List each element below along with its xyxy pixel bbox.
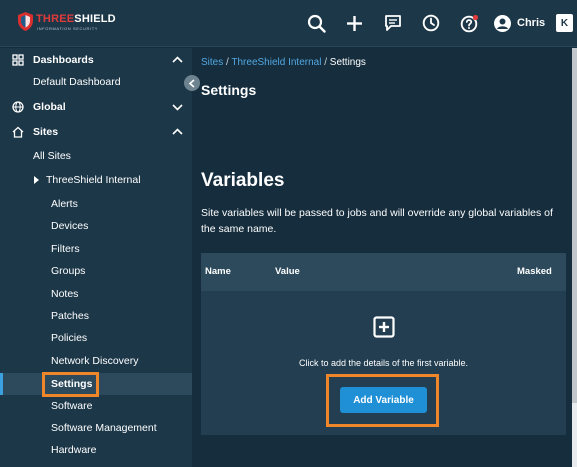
sidebar-item-notes[interactable]: Notes xyxy=(0,283,192,305)
active-indicator xyxy=(0,373,3,395)
sidebar-item-default-dashboard[interactable]: Default Dashboard xyxy=(0,71,192,93)
search-icon[interactable] xyxy=(306,13,326,33)
scrollbar-thumb[interactable] xyxy=(572,48,577,403)
logo-tagline: INFORMATION SECURITY xyxy=(37,26,99,31)
sidebar-item-label: Sites xyxy=(33,126,59,138)
section-title: Variables xyxy=(201,170,285,191)
threeshield-logo[interactable]: THREESHIELD INFORMATION SECURITY xyxy=(18,12,118,34)
chat-icon[interactable] xyxy=(383,13,403,33)
breadcrumb: Sites / ThreeShield Internal / Settings xyxy=(201,57,366,68)
sidebar-item-filters[interactable]: Filters xyxy=(0,238,192,260)
user-menu[interactable]: Chris xyxy=(494,13,545,33)
dashboard-grid-icon xyxy=(12,54,24,66)
globe-icon xyxy=(12,101,24,113)
sidebar-item-label: Default Dashboard xyxy=(33,76,121,88)
sidebar-item-global[interactable]: Global xyxy=(0,96,192,118)
sidebar-item-dashboards[interactable]: Dashboards xyxy=(0,49,192,71)
help-icon[interactable] xyxy=(459,13,479,33)
main-content: Sites / ThreeShield Internal / Settings … xyxy=(193,48,577,467)
column-header-name[interactable]: Name xyxy=(205,266,231,277)
breadcrumb-current: Settings xyxy=(329,57,366,68)
sidebar-item-patches[interactable]: Patches xyxy=(0,305,192,327)
sidebar-item-label: All Sites xyxy=(33,150,71,162)
add-box-icon[interactable] xyxy=(373,316,395,338)
sidebar-item-label: Notes xyxy=(51,288,79,300)
home-icon xyxy=(12,126,24,138)
shield-logo-icon xyxy=(18,12,33,31)
sidebar-item-settings[interactable]: Settings xyxy=(0,373,192,395)
add-variable-button[interactable]: Add Variable xyxy=(340,387,427,413)
caret-right-icon xyxy=(34,176,39,184)
sidebar-item-label: Filters xyxy=(51,243,80,255)
sidebar-item-threeshield-internal[interactable]: ThreeShield Internal xyxy=(0,169,192,191)
chevron-up-icon xyxy=(172,56,183,63)
sidebar-item-software[interactable]: Software xyxy=(0,395,192,417)
plus-icon[interactable] xyxy=(344,13,364,33)
sidebar-item-hardware[interactable]: Hardware xyxy=(0,439,192,461)
sidebar-item-groups[interactable]: Groups xyxy=(0,260,192,282)
sidebar-item-label: Software xyxy=(51,400,93,412)
sidebar-item-label: Network Discovery xyxy=(51,355,139,367)
top-bar: THREESHIELD INFORMATION SECURITY Chris K xyxy=(0,0,577,47)
sidebar-item-label: Groups xyxy=(51,265,86,277)
sidebar-item-label: Global xyxy=(33,101,66,113)
sidebar-item-sites[interactable]: Sites xyxy=(0,121,192,143)
page-title: Settings xyxy=(201,82,257,98)
sidebar-item-devices[interactable]: Devices xyxy=(0,215,192,237)
chevron-down-icon xyxy=(172,104,183,111)
sidebar-item-label: Software Management xyxy=(51,422,157,434)
app-switcher-icon[interactable]: K xyxy=(556,14,573,32)
sidebar-item-label: Settings xyxy=(51,378,93,390)
user-name: Chris xyxy=(517,17,546,29)
sidebar-item-label: Dashboards xyxy=(33,54,94,66)
section-description: Site variables will be passed to jobs an… xyxy=(201,207,553,235)
column-header-masked[interactable]: Masked xyxy=(517,266,552,277)
sidebar: Dashboards Default Dashboard Global Site… xyxy=(0,48,192,467)
sidebar-item-label: Alerts xyxy=(51,198,78,210)
avatar-icon xyxy=(494,14,511,32)
sidebar-item-software-management[interactable]: Software Management xyxy=(0,417,192,439)
sidebar-item-network-discovery[interactable]: Network Discovery xyxy=(0,350,192,372)
sidebar-item-policies[interactable]: Policies xyxy=(0,327,192,349)
table-header: Name Value Masked xyxy=(201,253,566,291)
sidebar-item-label: Patches xyxy=(51,310,89,322)
sidebar-item-label: Hardware xyxy=(51,444,97,456)
sidebar-item-label: Devices xyxy=(51,220,89,232)
empty-state-text: Click to add the details of the first va… xyxy=(298,358,469,368)
sidebar-item-all-sites[interactable]: All Sites xyxy=(0,145,192,167)
breadcrumb-sites-link[interactable]: Sites xyxy=(201,57,223,68)
chevron-up-icon xyxy=(172,128,183,135)
variables-table: Name Value Masked Click to add the detai… xyxy=(201,253,566,435)
column-header-value[interactable]: Value xyxy=(275,266,300,277)
sidebar-item-alerts[interactable]: Alerts xyxy=(0,193,192,215)
breadcrumb-site-link[interactable]: ThreeShield Internal xyxy=(231,57,321,68)
sidebar-item-label: Policies xyxy=(51,332,88,344)
clock-icon[interactable] xyxy=(421,13,441,33)
breadcrumb-separator: / xyxy=(321,57,330,68)
logo-wordmark: THREESHIELD xyxy=(36,13,116,25)
sidebar-item-label: ThreeShield Internal xyxy=(46,174,141,186)
